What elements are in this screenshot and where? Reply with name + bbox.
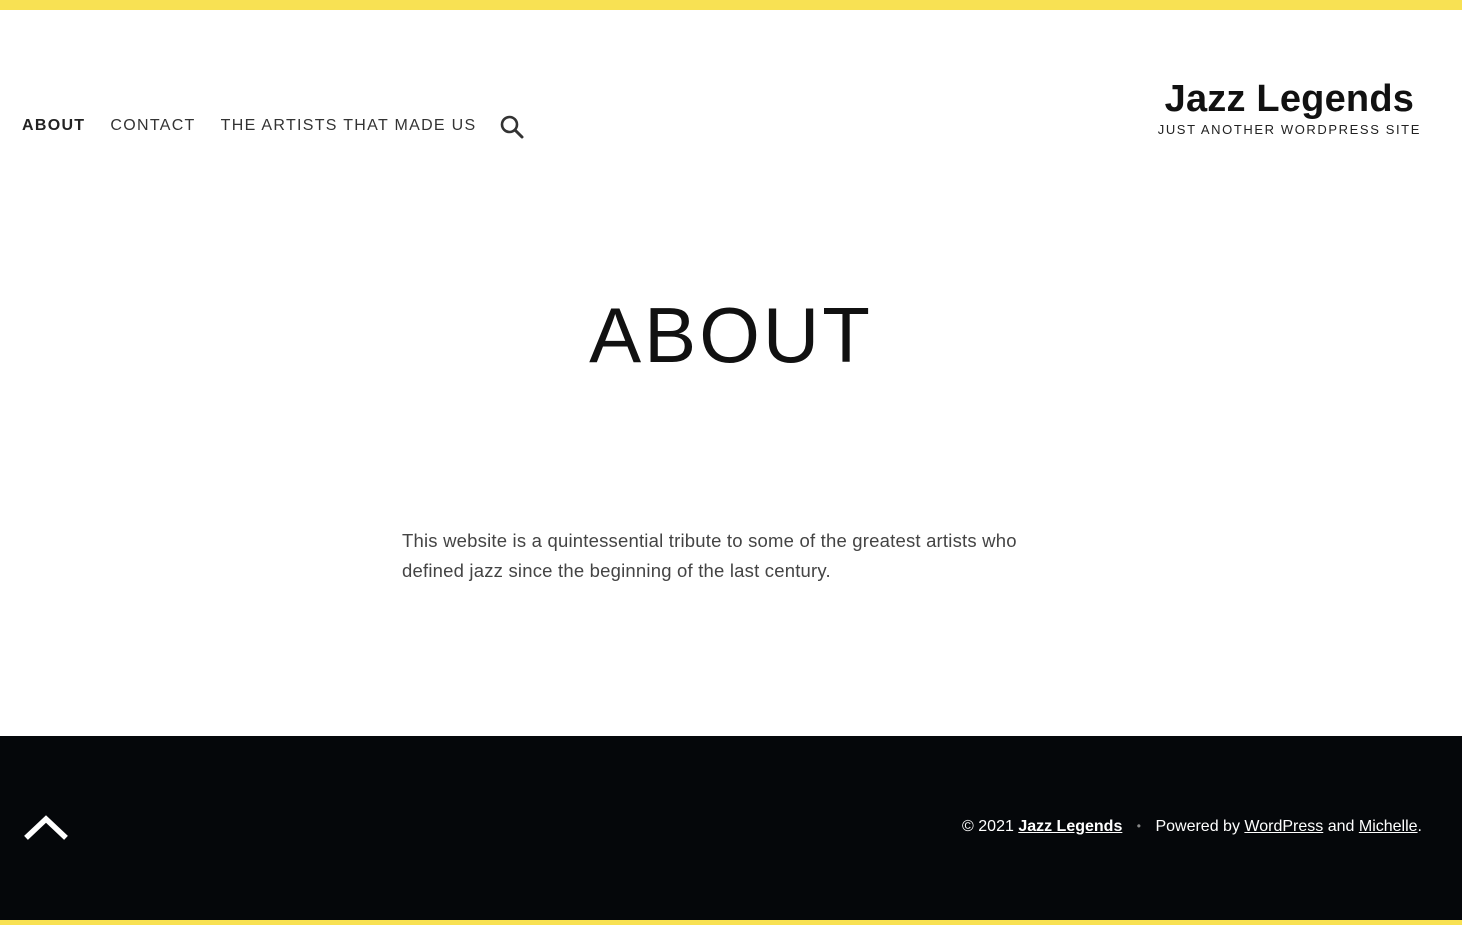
nav-item-about[interactable]: ABOUT xyxy=(22,117,85,135)
site-title[interactable]: Jazz Legends xyxy=(1158,78,1421,120)
site-footer: © 2021 Jazz Legends • Powered by WordPre… xyxy=(0,736,1462,920)
chevron-up-icon xyxy=(24,815,68,840)
footer-separator: • xyxy=(1136,819,1141,833)
primary-nav: ABOUT CONTACT THE ARTISTS THAT MADE US xyxy=(22,117,501,135)
and-text: and xyxy=(1327,818,1355,835)
top-accent-bar xyxy=(0,0,1462,10)
site-branding: Jazz Legends JUST ANOTHER WORDPRESS SITE xyxy=(1158,78,1421,137)
search-button[interactable] xyxy=(499,114,525,140)
footer-site-link[interactable]: Jazz Legends xyxy=(1018,818,1122,835)
page-content: This website is a quintessential tribute… xyxy=(402,526,1042,586)
footer-credits: © 2021 Jazz Legends • Powered by WordPre… xyxy=(962,818,1422,836)
theme-author-link[interactable]: Michelle xyxy=(1359,818,1418,835)
wordpress-link[interactable]: WordPress xyxy=(1244,818,1323,835)
bottom-accent-bar xyxy=(0,920,1462,925)
nav-item-artists[interactable]: THE ARTISTS THAT MADE US xyxy=(221,117,477,135)
back-to-top-button[interactable] xyxy=(24,812,68,842)
powered-by-text: Powered by xyxy=(1155,818,1240,835)
copyright-text: © 2021 xyxy=(962,818,1014,835)
search-icon xyxy=(500,115,524,139)
nav-item-contact[interactable]: CONTACT xyxy=(110,117,195,135)
end-punctuation: . xyxy=(1417,818,1422,835)
site-header: ABOUT CONTACT THE ARTISTS THAT MADE US J… xyxy=(0,10,1462,210)
content-paragraph: This website is a quintessential tribute… xyxy=(402,530,1017,581)
page-title: ABOUT xyxy=(589,291,873,379)
site-tagline: JUST ANOTHER WORDPRESS SITE xyxy=(1157,122,1421,137)
